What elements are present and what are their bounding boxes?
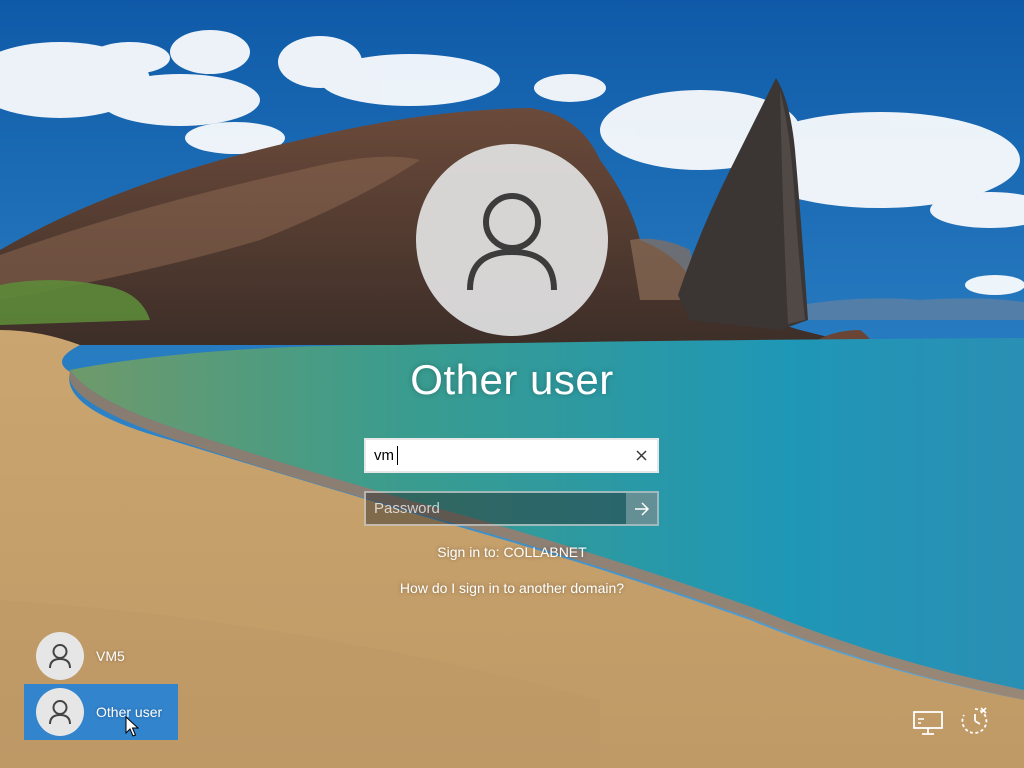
user-tile-vm5[interactable]: VM5 — [24, 628, 178, 684]
user-tile-label: VM5 — [96, 648, 125, 664]
ease-of-access-icon — [961, 707, 988, 734]
user-tile-avatar — [36, 688, 84, 736]
clear-username-button[interactable] — [626, 440, 657, 471]
network-icon — [913, 711, 943, 735]
username-field[interactable] — [364, 438, 659, 473]
arrow-right-icon — [634, 501, 649, 516]
username-input[interactable] — [366, 440, 628, 471]
user-avatar-large — [416, 144, 608, 336]
network-button[interactable] — [911, 708, 945, 738]
selected-user-name: Other user — [410, 356, 614, 403]
user-tile-avatar — [36, 632, 84, 680]
close-icon — [636, 450, 647, 461]
user-icon — [467, 193, 557, 291]
sign-in-domain-text: Sign in to: COLLABNET — [437, 544, 587, 560]
text-caret — [397, 446, 398, 465]
domain-help-link[interactable]: How do I sign in to another domain? — [312, 580, 712, 596]
ease-of-access-button[interactable] — [958, 706, 992, 736]
lock-screen: Other user Sign in to: COLLABNET How do … — [0, 0, 1024, 768]
user-icon — [49, 700, 71, 725]
mouse-cursor-icon — [125, 716, 139, 737]
submit-button[interactable] — [626, 493, 657, 524]
user-tile-other-user[interactable]: Other user — [24, 684, 178, 740]
user-icon — [49, 644, 71, 669]
password-field[interactable] — [364, 491, 659, 526]
password-input[interactable] — [366, 493, 628, 524]
